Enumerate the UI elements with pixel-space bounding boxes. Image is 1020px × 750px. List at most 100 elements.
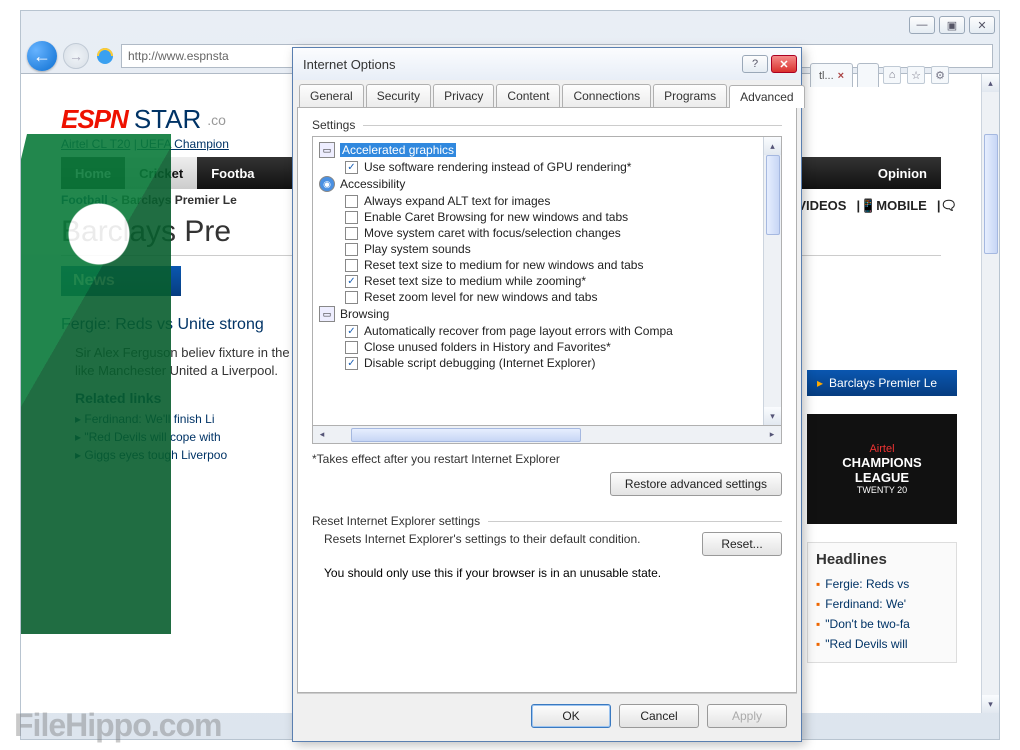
option-system-caret[interactable]: Move system caret with focus/selection c… — [319, 225, 757, 241]
tab-security[interactable]: Security — [366, 84, 431, 107]
option-play-sounds[interactable]: Play system sounds — [319, 241, 757, 257]
headlines-title: Headlines — [816, 551, 948, 568]
option-reset-text-new[interactable]: Reset text size to medium for new window… — [319, 257, 757, 273]
home-icon[interactable]: ⌂ — [883, 66, 901, 84]
ie-icon — [95, 46, 115, 66]
espn-logo: ESPN — [61, 104, 128, 135]
dialog-titlebar: Internet Options ? ✕ — [293, 48, 801, 80]
page-scrollbar[interactable]: ▴ ▾ — [981, 74, 999, 713]
link-mobile[interactable]: |📱MOBILE — [856, 198, 926, 214]
checkbox[interactable] — [345, 227, 358, 240]
headline-item[interactable]: ▪Fergie: Reds vs — [816, 574, 948, 594]
minimize-button[interactable]: — — [909, 16, 935, 34]
link-chat[interactable]: |🗨 — [937, 198, 957, 214]
section-accelerated-graphics[interactable]: ▭Accelerated graphics — [319, 141, 757, 159]
nav-opinion[interactable]: Opinion — [864, 157, 941, 189]
scroll-thumb[interactable] — [351, 428, 581, 442]
tree-horizontal-scrollbar[interactable]: ◂ ▸ — [312, 426, 782, 444]
headline-item[interactable]: ▪"Don't be two-fa — [816, 614, 948, 634]
news-strip-right[interactable]: ▸Barclays Premier Le — [807, 370, 957, 396]
scroll-up-button[interactable]: ▴ — [982, 74, 999, 92]
ok-button[interactable]: OK — [531, 704, 611, 728]
back-button[interactable]: ← — [27, 41, 57, 71]
option-expand-alt[interactable]: Always expand ALT text for images — [319, 193, 757, 209]
scroll-down-icon[interactable]: ▾ — [764, 407, 781, 425]
reset-group-label: Reset Internet Explorer settings — [312, 514, 782, 528]
tab-general[interactable]: General — [299, 84, 364, 107]
section-accessibility[interactable]: ◉Accessibility — [319, 175, 757, 193]
dialog-footer: OK Cancel Apply — [297, 693, 797, 737]
tab-label: tl... — [819, 70, 834, 82]
dialog-title: Internet Options — [303, 57, 739, 72]
option-software-rendering[interactable]: Use software rendering instead of GPU re… — [319, 159, 757, 175]
ad-champions-league[interactable]: Airtel CHAMPIONS LEAGUE TWENTY 20 — [807, 414, 957, 524]
background-graphic — [21, 134, 171, 634]
window-titlebar: — ▣ ✕ — [21, 11, 999, 39]
maximize-button[interactable]: ▣ — [939, 16, 965, 34]
sidebar-right: Airtel CHAMPIONS LEAGUE TWENTY 20 Headli… — [807, 414, 957, 663]
checkbox[interactable] — [345, 357, 358, 370]
external-links: VIDEOS |📱MOBILE |🗨 — [797, 198, 957, 214]
reset-description: Resets Internet Explorer's settings to t… — [324, 532, 688, 556]
option-close-unused-folders[interactable]: Close unused folders in History and Favo… — [319, 339, 757, 355]
option-disable-script-debug[interactable]: Disable script debugging (Internet Explo… — [319, 355, 757, 371]
settings-tree: ▭Accelerated graphics Use software rende… — [312, 136, 782, 426]
favorites-icon[interactable]: ☆ — [907, 66, 925, 84]
settings-icon[interactable]: ⚙ — [931, 66, 949, 84]
option-auto-recover[interactable]: Automatically recover from page layout e… — [319, 323, 757, 339]
tab-close-icon[interactable]: × — [838, 70, 844, 82]
scroll-up-icon[interactable]: ▴ — [764, 137, 781, 155]
headlines-box: Headlines ▪Fergie: Reds vs ▪Ferdinand: W… — [807, 542, 957, 663]
watermark: FileHippo.com — [14, 707, 221, 744]
new-tab-button[interactable] — [857, 63, 879, 87]
option-caret-browsing[interactable]: Enable Caret Browsing for new windows an… — [319, 209, 757, 225]
scroll-thumb[interactable] — [984, 134, 998, 254]
scroll-down-button[interactable]: ▾ — [982, 695, 999, 713]
help-button[interactable]: ? — [742, 55, 768, 73]
apply-button[interactable]: Apply — [707, 704, 787, 728]
scroll-right-icon[interactable]: ▸ — [763, 429, 781, 440]
browser-tab[interactable]: tl... × — [810, 63, 853, 87]
checkbox[interactable] — [345, 161, 358, 174]
monitor-icon: ▭ — [319, 142, 335, 158]
internet-options-dialog: Internet Options ? ✕ General Security Pr… — [292, 47, 802, 742]
dialog-body: Settings ▭Accelerated graphics Use softw… — [297, 107, 797, 693]
tab-privacy[interactable]: Privacy — [433, 84, 494, 107]
star-logo: STAR — [134, 104, 201, 135]
forward-button[interactable]: → — [63, 43, 89, 69]
nav-football[interactable]: Footba — [197, 157, 268, 189]
checkbox[interactable] — [345, 275, 358, 288]
reset-warning: You should only use this if your browser… — [324, 566, 782, 580]
accessibility-icon: ◉ — [319, 176, 335, 192]
checkbox[interactable] — [345, 291, 358, 304]
cancel-button[interactable]: Cancel — [619, 704, 699, 728]
option-reset-zoom[interactable]: Reset zoom level for new windows and tab… — [319, 289, 757, 305]
browsing-icon: ▭ — [319, 306, 335, 322]
dialog-close-button[interactable]: ✕ — [771, 55, 797, 73]
link-videos[interactable]: VIDEOS — [797, 198, 846, 214]
checkbox[interactable] — [345, 211, 358, 224]
scroll-left-icon[interactable]: ◂ — [313, 429, 331, 440]
tab-content[interactable]: Content — [496, 84, 560, 107]
tab-advanced[interactable]: Advanced — [729, 85, 804, 108]
section-browsing[interactable]: ▭Browsing — [319, 305, 757, 323]
checkbox[interactable] — [345, 195, 358, 208]
restart-note: *Takes effect after you restart Internet… — [312, 452, 782, 466]
settings-group-label: Settings — [312, 118, 782, 132]
checkbox[interactable] — [345, 259, 358, 272]
checkbox[interactable] — [345, 341, 358, 354]
reset-button[interactable]: Reset... — [702, 532, 782, 556]
scroll-thumb[interactable] — [766, 155, 780, 235]
option-reset-text-zoom[interactable]: Reset text size to medium while zooming* — [319, 273, 757, 289]
dotcom-text: .co — [207, 112, 226, 128]
restore-advanced-button[interactable]: Restore advanced settings — [610, 472, 782, 496]
tab-connections[interactable]: Connections — [562, 84, 651, 107]
tab-programs[interactable]: Programs — [653, 84, 727, 107]
checkbox[interactable] — [345, 243, 358, 256]
tree-vertical-scrollbar[interactable]: ▴ ▾ — [763, 137, 781, 425]
checkbox[interactable] — [345, 325, 358, 338]
close-button[interactable]: ✕ — [969, 16, 995, 34]
dialog-tabs: General Security Privacy Content Connect… — [293, 80, 801, 107]
headline-item[interactable]: ▪Ferdinand: We' — [816, 594, 948, 614]
headline-item[interactable]: ▪"Red Devils will — [816, 634, 948, 654]
